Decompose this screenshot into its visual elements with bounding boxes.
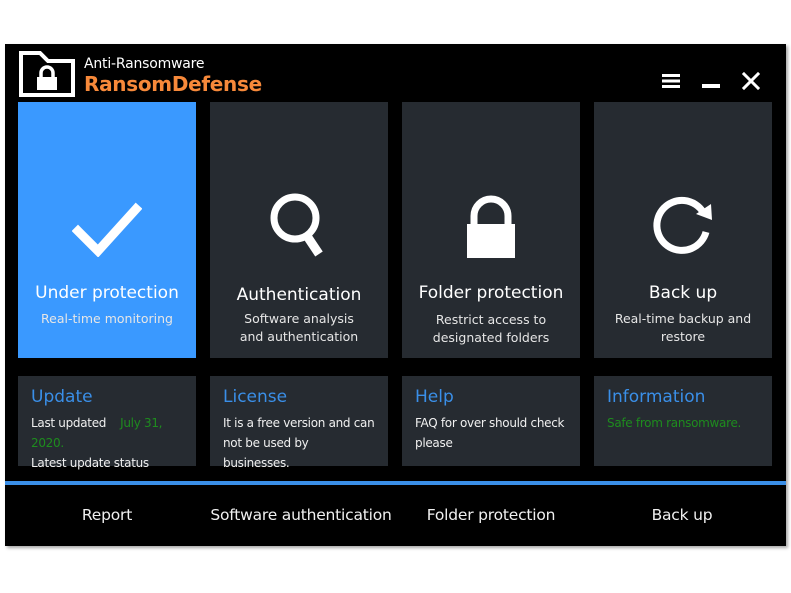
tile-title: Folder protection	[418, 283, 564, 303]
checkmark-icon	[18, 194, 196, 264]
tile-subtitle: Real-time backup and restore	[614, 311, 752, 344]
refresh-icon	[594, 190, 772, 260]
tile-title: Back up	[648, 283, 718, 303]
nav-back-up[interactable]: Back up	[589, 485, 775, 546]
minimize-button[interactable]	[700, 70, 722, 92]
app-title: RansomDefense	[84, 72, 262, 96]
menu-button[interactable]	[660, 70, 682, 92]
padlock-icon	[402, 190, 580, 260]
tile-authentication[interactable]: Authentication Software analysis and aut…	[210, 102, 388, 358]
card-title[interactable]: Help	[415, 385, 567, 409]
app-window: Anti-Ransomware RansomDefense Under prot…	[5, 44, 786, 546]
close-icon	[741, 71, 761, 91]
card-title[interactable]: Information	[607, 385, 759, 409]
nav-folder-protection[interactable]: Folder protection	[393, 485, 589, 546]
close-button[interactable]	[740, 70, 762, 92]
card-information: Information Safe from ransomware.	[594, 376, 772, 466]
brand: Anti-Ransomware RansomDefense	[84, 56, 262, 96]
update-status-label: Latest update status	[31, 456, 149, 470]
tile-title: Under protection	[35, 283, 179, 303]
license-text-line2: not be used by businesses.	[223, 436, 309, 470]
tile-folder-protection[interactable]: Folder protection Restrict access to des…	[402, 102, 580, 358]
nav-report[interactable]: Report	[5, 485, 209, 546]
card-title[interactable]: License	[223, 385, 375, 409]
folder-lock-icon	[18, 50, 76, 98]
magnifier-icon	[210, 190, 388, 260]
card-title[interactable]: Update	[31, 385, 183, 409]
last-updated-row: Last updated July 31, 2020.	[31, 413, 183, 453]
hamburger-menu-icon	[662, 74, 680, 88]
license-text-line1: It is a free version and can	[223, 416, 375, 430]
last-updated-label: Last updated	[31, 416, 107, 430]
tile-subtitle: Real-time monitoring	[41, 311, 173, 326]
help-text-line2: please	[415, 436, 453, 450]
tile-subtitle-line2: and authentication	[239, 329, 359, 344]
bottom-nav: Report Software authentication Folder pr…	[5, 485, 786, 546]
protection-status: Safe from ransomware.	[607, 416, 742, 430]
card-update: Update Last updated July 31, 2020. Latest…	[18, 376, 196, 470]
card-license: License It is a free version and can not…	[210, 376, 388, 470]
window-controls	[660, 70, 762, 92]
minimize-icon	[702, 84, 720, 88]
tile-back-up[interactable]: Back up Real-time backup and restore	[594, 102, 772, 358]
card-help: Help FAQ for over should check please	[402, 376, 580, 466]
tile-title: Authentication	[236, 285, 362, 305]
tile-subtitle-line1: Software analysis	[244, 311, 354, 326]
tile-subtitle-line2: designated folders	[432, 330, 550, 345]
app-subtitle: Anti-Ransomware	[84, 56, 205, 72]
help-text-line1: FAQ for over should check	[415, 416, 565, 430]
tile-subtitle-line1: Restrict access to	[435, 312, 547, 327]
tile-under-protection[interactable]: Under protection Real-time monitoring	[18, 102, 196, 358]
nav-software-authentication[interactable]: Software authentication	[209, 485, 393, 546]
